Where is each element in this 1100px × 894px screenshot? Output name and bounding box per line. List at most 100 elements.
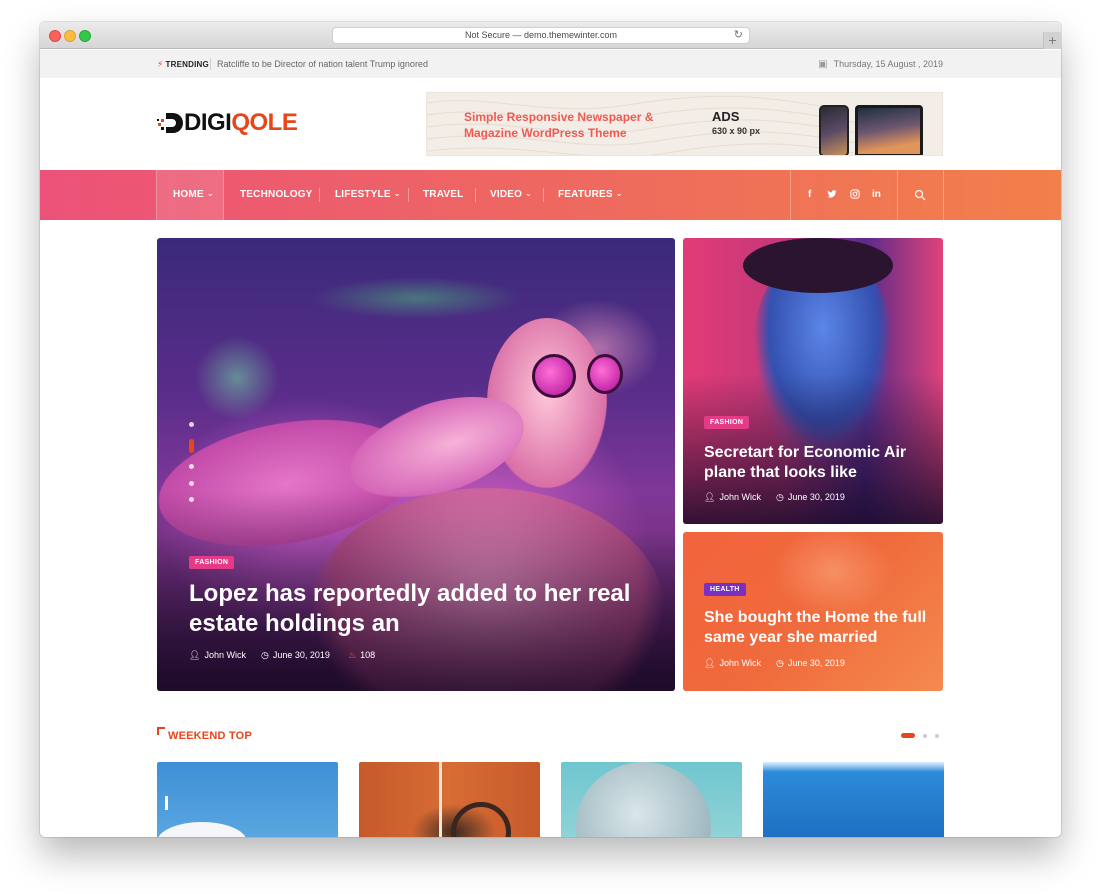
nav-separator (790, 170, 791, 220)
category-badge[interactable]: FASHION (189, 556, 235, 569)
ad-phone-image (819, 105, 849, 155)
thumb-court-line (439, 762, 442, 837)
slider-dot[interactable] (189, 481, 194, 486)
logo-text-part2: QOLE (231, 109, 298, 136)
ad-title: ADS (712, 109, 740, 124)
thumb-cross (165, 796, 168, 810)
clock-icon: ◷ (776, 658, 784, 668)
category-badge[interactable]: HEALTH (704, 583, 746, 596)
ad-size: 630 x 90 px (712, 126, 761, 136)
post-author[interactable]: 👤︎ John Wick (704, 658, 761, 669)
twitter-glyph (827, 190, 837, 198)
search-icon (914, 189, 926, 201)
chevron-down-icon: ⌄ (393, 189, 401, 198)
post-date-text: June 30, 2019 (787, 658, 845, 668)
post-views: ♨ 108 (348, 650, 375, 661)
nav-item-travel-label: TRAVEL (423, 189, 464, 200)
ad-laptop-image (855, 105, 923, 155)
nav-divider (475, 188, 476, 202)
slider-dot-active[interactable] (189, 439, 194, 453)
post-date: ◷ June 30, 2019 (776, 492, 845, 503)
lightning-icon: ⚡ (157, 59, 164, 69)
hero-image-sunglass-left (532, 354, 576, 398)
main-nav: HOME ⌄ TECHNOLOGY LIFESTYLE ⌄ TRAVEL VIDEO… (40, 170, 1061, 220)
nav-item-technology[interactable]: TECHNOLOGY (240, 170, 313, 220)
featured-post-side-2[interactable]: HEALTH She bought the Home the full same… (683, 532, 943, 691)
reload-icon[interactable]: ↻ (734, 28, 743, 43)
zoom-window-button[interactable] (79, 30, 91, 42)
carousel-dot[interactable] (935, 734, 939, 738)
thumb-moon (576, 762, 711, 837)
clock-icon: ◷ (261, 650, 269, 660)
post-author[interactable]: 👤︎ John Wick (704, 492, 761, 503)
nav-divider (319, 188, 320, 202)
nav-item-home[interactable]: HOME ⌄ (156, 170, 224, 220)
post-views-count: 108 (360, 650, 376, 660)
address-text: Not Secure — demo.themewinter.com (464, 30, 618, 40)
user-icon: 👤︎ (704, 658, 716, 668)
weekend-post-thumbnail[interactable] (763, 762, 944, 837)
logo-text-part1: DIGI (184, 109, 232, 136)
section-title: WEEKEND TOP (168, 730, 252, 742)
search-button[interactable] (897, 170, 943, 220)
trending-headline[interactable]: Ratcliffe to be Director of nation talen… (217, 59, 428, 69)
linkedin-icon[interactable]: in (872, 170, 881, 220)
address-bar[interactable]: Not Secure — demo.themewinter.com ↻ (332, 27, 750, 44)
fire-icon: ♨ (348, 650, 357, 660)
minimize-window-button[interactable] (64, 30, 76, 42)
post-author-name: John Wick (719, 492, 761, 502)
slider-dot[interactable] (189, 497, 194, 502)
section-title-corner (157, 727, 165, 735)
close-window-button[interactable] (49, 30, 61, 42)
slider-dot[interactable] (189, 464, 194, 469)
trending-tag: ⚡ TRENDING (157, 59, 209, 70)
date-text: Thursday, 15 August , 2019 (833, 59, 943, 69)
carousel-dot-active[interactable] (901, 733, 915, 738)
user-icon: 👤︎ (189, 650, 201, 660)
top-bar: ⚡ TRENDING Ratcliffe to be Director of na… (40, 50, 1061, 78)
post-author-name: John Wick (719, 658, 761, 668)
nav-item-video-label: VIDEO (490, 189, 523, 200)
ad-banner[interactable]: Simple Responsive Newspaper & Magazine W… (426, 92, 943, 156)
nav-separator (943, 170, 944, 220)
logo-mark-icon (157, 113, 183, 133)
nav-item-lifestyle[interactable]: LIFESTYLE ⌄ (335, 170, 401, 220)
instagram-icon[interactable] (850, 170, 860, 220)
trending-divider (210, 58, 211, 70)
new-tab-button[interactable]: + (1043, 32, 1061, 49)
facebook-icon[interactable]: f (808, 170, 811, 220)
instagram-glyph (850, 189, 860, 200)
calendar-icon: ▣ (818, 59, 828, 70)
post-date-text: June 30, 2019 (272, 650, 330, 660)
post-title[interactable]: Lopez has reportedly added to her real e… (189, 579, 659, 639)
featured-post-main[interactable]: FASHION Lopez has reportedly added to he… (157, 238, 675, 691)
nav-item-features-label: FEATURES (558, 189, 613, 200)
nav-item-video[interactable]: VIDEO ⌄ (490, 170, 532, 220)
post-author[interactable]: 👤︎ John Wick (189, 650, 246, 661)
twitter-icon[interactable] (827, 170, 837, 220)
nav-item-home-label: HOME (173, 189, 204, 200)
post-date: ◷ June 30, 2019 (776, 658, 845, 669)
chevron-down-icon: ⌄ (615, 189, 623, 198)
nav-item-features[interactable]: FEATURES ⌄ (558, 170, 623, 220)
category-badge[interactable]: FASHION (704, 416, 750, 429)
hero-image-sunglass-right (587, 354, 623, 394)
featured-post-side-1[interactable]: FASHION Secretart for Economic Air plane… (683, 238, 943, 524)
side-image-hair (743, 238, 893, 293)
chevron-down-icon: ⌄ (206, 189, 214, 198)
weekend-post-thumbnail[interactable] (561, 762, 742, 837)
post-title[interactable]: Secretart for Economic Air plane that lo… (704, 443, 924, 483)
post-author-name: John Wick (204, 650, 246, 660)
slider-dot[interactable] (189, 422, 194, 427)
chevron-down-icon: ⌄ (525, 189, 533, 198)
post-title[interactable]: She bought the Home the full same year s… (704, 608, 934, 648)
weekend-post-thumbnail[interactable] (359, 762, 540, 837)
browser-titlebar: Not Secure — demo.themewinter.com ↻ + (40, 22, 1061, 49)
nav-item-travel[interactable]: TRAVEL (423, 170, 463, 220)
post-date: ◷ June 30, 2019 (261, 650, 330, 661)
post-date-text: June 30, 2019 (787, 492, 845, 502)
thumb-dome (157, 822, 247, 837)
weekend-post-thumbnail[interactable] (157, 762, 338, 837)
thumb-water-surface (763, 762, 944, 772)
carousel-dot[interactable] (923, 734, 927, 738)
